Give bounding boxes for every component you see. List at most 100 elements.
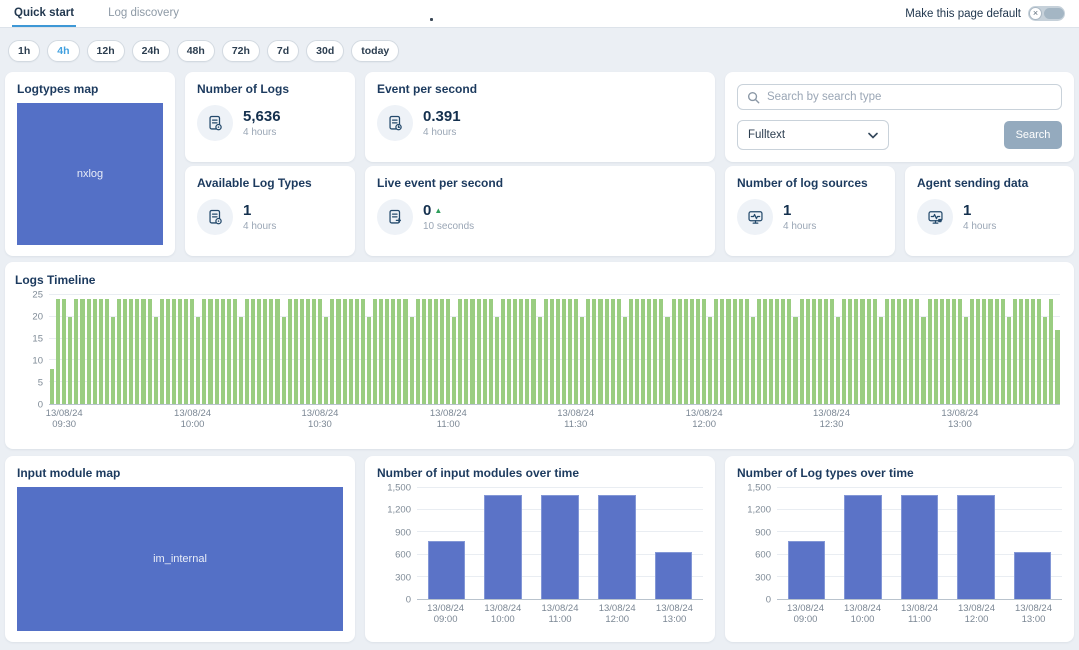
timeline-bar (1037, 299, 1041, 404)
agent-monitor-icon (737, 199, 773, 235)
timeline-bar (775, 299, 779, 404)
timeline-bar (550, 299, 554, 404)
input-module-treemap[interactable]: im_internal (17, 487, 343, 631)
timeline-bar (166, 299, 170, 404)
stat-value: 0.391 (423, 108, 461, 126)
time-range-12h[interactable]: 12h (87, 40, 125, 62)
timeline-bar (1055, 330, 1059, 404)
x-axis: 13/08/24 09:0013/08/24 10:0013/08/24 11:… (777, 603, 1062, 626)
card-title: Number of Log types over time (737, 466, 1062, 480)
timeline-bar (294, 299, 298, 404)
timeline-bar (605, 299, 609, 404)
timeline-bar (403, 299, 407, 404)
make-default-label: Make this page default (905, 8, 1021, 20)
card-agent-sending-data: Agent sending data 1 4 hours (905, 166, 1074, 256)
card-event-per-second: Event per second 0.391 4 hours (365, 72, 715, 162)
stray-dot (430, 18, 433, 21)
timeline-bar (592, 299, 596, 404)
log-document-icon (377, 105, 413, 141)
timeline-bar (830, 299, 834, 404)
timeline-bar (806, 299, 810, 404)
timeline-bar (708, 317, 712, 404)
x-tick-label: 13/08/24 11:00 (430, 408, 467, 431)
timeline-bar (282, 317, 286, 404)
bottom-charts-grid: Input module map im_internal Number of i… (0, 456, 1079, 642)
time-range-1h[interactable]: 1h (8, 40, 40, 62)
timeline-bar (288, 299, 292, 404)
tab-quick-start[interactable]: Quick start (12, 0, 76, 27)
timeline-bar (617, 299, 621, 404)
timeline-bar (653, 299, 657, 404)
timeline-bar (1049, 299, 1053, 404)
timeline-bar (672, 299, 676, 404)
timeline-bar (117, 299, 121, 404)
y-tick-label: 300 (755, 572, 771, 583)
timeline-bar (556, 299, 560, 404)
log-types-bar (1014, 552, 1051, 599)
timeline-bar (568, 299, 572, 404)
timeline-bar (428, 299, 432, 404)
logtypes-treemap[interactable]: nxlog (17, 103, 163, 245)
timeline-bar (623, 317, 627, 404)
timeline-bar (818, 299, 822, 404)
time-range-24h[interactable]: 24h (132, 40, 170, 62)
timeline-bar (343, 299, 347, 404)
tab-log-discovery[interactable]: Log discovery (106, 0, 181, 27)
card-logs-timeline: Logs Timeline 051015202513/08/24 09:3013… (5, 262, 1074, 449)
x-tick-label: 13/08/24 09:00 (777, 603, 834, 626)
trend-up-icon: ▲ (434, 206, 442, 215)
timeline-bar (263, 299, 267, 404)
y-tick-label: 25 (32, 290, 43, 301)
timeline-bar (105, 299, 109, 404)
timeline-bar (416, 299, 420, 404)
plot-area (49, 295, 1060, 405)
timeline-bar (269, 299, 273, 404)
timeline-bar (1001, 299, 1005, 404)
x-tick-label: 13/08/24 13:00 (1005, 603, 1062, 626)
timeline-bar (324, 317, 328, 404)
log-types-bar (788, 541, 825, 599)
search-type-select[interactable]: Fulltext (737, 120, 889, 150)
timeline-bar (318, 299, 322, 404)
time-range-7d[interactable]: 7d (267, 40, 299, 62)
timeline-bar (1019, 299, 1023, 404)
card-title: Live event per second (377, 176, 703, 190)
timeline-bar (1025, 299, 1029, 404)
card-number-of-logs: Number of Logs 5,636 4 hours (185, 72, 355, 162)
x-tick-label: 13/08/24 12:30 (813, 408, 850, 431)
timeline-bar (982, 299, 986, 404)
make-default-toggle[interactable]: × (1028, 6, 1065, 21)
timeline-bar (842, 299, 846, 404)
timeline-bar (489, 299, 493, 404)
stat-value: 5,636 (243, 108, 281, 126)
time-range-today[interactable]: today (351, 40, 399, 62)
timeline-bar (915, 299, 919, 404)
agent-monitor-icon (917, 199, 953, 235)
timeline-bar (208, 299, 212, 404)
timeline-bar (952, 299, 956, 404)
timeline-bar (190, 299, 194, 404)
time-range-4h[interactable]: 4h (47, 40, 79, 62)
toggle-off-icon: × (1029, 7, 1042, 20)
timeline-bar (111, 317, 115, 404)
timeline-bar (483, 299, 487, 404)
timeline-bar (221, 299, 225, 404)
timeline-bar (934, 299, 938, 404)
time-range-72h[interactable]: 72h (222, 40, 260, 62)
timeline-bar (373, 299, 377, 404)
search-input[interactable] (767, 91, 1052, 103)
timeline-bar (74, 299, 78, 404)
timeline-bar (330, 299, 334, 404)
time-range-30d[interactable]: 30d (306, 40, 344, 62)
y-tick-label: 20 (32, 312, 43, 323)
time-range-48h[interactable]: 48h (177, 40, 215, 62)
timeline-bar (99, 299, 103, 404)
timeline-bar (355, 299, 359, 404)
timeline-bar (525, 299, 529, 404)
y-tick-label: 900 (755, 527, 771, 538)
timeline-bar (385, 299, 389, 404)
search-button[interactable]: Search (1004, 121, 1062, 149)
toggle-knob (1044, 8, 1064, 19)
search-type-value: Fulltext (748, 129, 785, 141)
x-tick-label: 13/08/24 10:30 (301, 408, 338, 431)
